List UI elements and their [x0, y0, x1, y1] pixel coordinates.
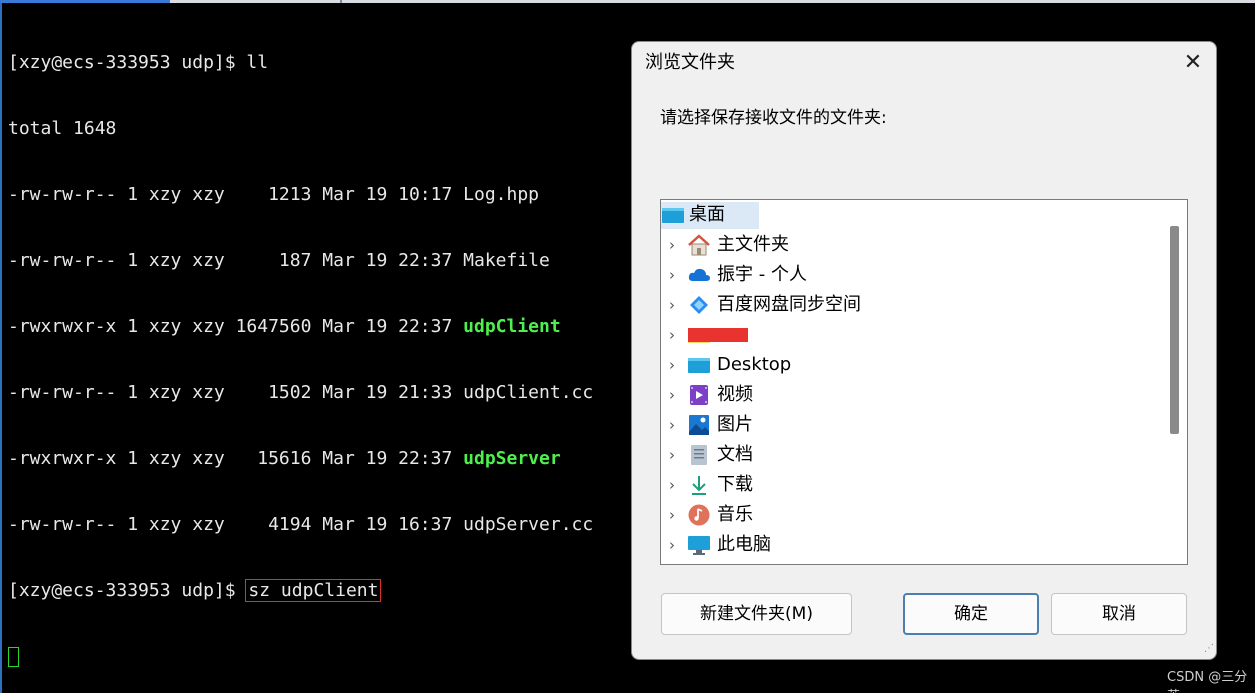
tree-item-pictures[interactable]: › 图片 [661, 410, 1161, 440]
chevron-right-icon[interactable]: › [665, 440, 679, 470]
executable-file-name: udpClient [463, 316, 561, 337]
chevron-right-icon[interactable]: › [665, 260, 679, 290]
chevron-right-icon[interactable]: › [665, 410, 679, 440]
chevron-right-icon[interactable]: › [665, 230, 679, 260]
desktop-icon [661, 204, 685, 226]
document-icon [687, 444, 711, 466]
tree-item-redacted-folder[interactable]: › [661, 320, 1161, 350]
tree-item-documents[interactable]: › 文档 [661, 440, 1161, 470]
chevron-right-icon[interactable]: › [665, 320, 679, 350]
browse-folder-dialog: 浏览文件夹 ✕ 请选择保存接收文件的文件夹: 桌面 › 主文件夹 › 振宇 - … [631, 41, 1217, 660]
file-name: udpClient.cc [463, 382, 594, 403]
video-icon [687, 384, 711, 406]
file-listing-row: -rw-rw-r-- 1 xzy xzy 4194 Mar 19 16:37 u… [8, 514, 594, 535]
tree-item-music[interactable]: › 音乐 [661, 500, 1161, 530]
download-icon [687, 474, 711, 496]
file-listing-row: -rw-rw-r-- 1 xzy xzy 1213 Mar 19 10:17 L… [8, 184, 540, 205]
chevron-right-icon[interactable]: › [665, 500, 679, 530]
chevron-right-icon[interactable]: › [665, 530, 679, 560]
file-name: Makefile [463, 250, 550, 271]
music-icon [687, 504, 711, 526]
chevron-right-icon[interactable]: › [665, 380, 679, 410]
onedrive-cloud-icon [687, 264, 711, 286]
home-icon [687, 234, 711, 256]
terminal-line: total 1648 [8, 118, 117, 139]
cancel-button[interactable]: 取消 [1051, 593, 1187, 635]
dialog-prompt: 请选择保存接收文件的文件夹: [660, 108, 887, 128]
scrollbar-thumb[interactable] [1170, 226, 1179, 434]
shell-prompt: [xzy@ecs-333953 udp]$ [8, 580, 247, 601]
chevron-right-icon[interactable]: › [665, 290, 679, 320]
close-icon[interactable]: ✕ [1177, 48, 1209, 78]
highlighted-command: sz udpClient [245, 579, 382, 602]
resize-grip-icon[interactable]: ⋰ [1204, 644, 1216, 656]
folder-tree[interactable]: 桌面 › 主文件夹 › 振宇 - 个人 › 百度网盘同步空间 › › Deskt… [660, 199, 1188, 565]
watermark: CSDN @三分苦 [1167, 670, 1248, 693]
tree-item-desktop[interactable]: › Desktop [661, 350, 1161, 380]
dialog-title: 浏览文件夹 [645, 52, 735, 73]
chevron-right-icon[interactable]: › [665, 470, 679, 500]
tree-item-home[interactable]: › 主文件夹 [661, 230, 1161, 260]
tree-item-this-pc[interactable]: › 此电脑 [661, 530, 1161, 560]
tree-item-desktop-root[interactable]: 桌面 [661, 200, 1161, 230]
new-folder-button[interactable]: 新建文件夹(M) [661, 593, 852, 635]
tree-item-baidu-netdisk[interactable]: › 百度网盘同步空间 [661, 290, 1161, 320]
file-name: udpServer.cc [463, 514, 594, 535]
tree-item-downloads[interactable]: › 下载 [661, 470, 1161, 500]
picture-icon [687, 414, 711, 436]
file-listing-row: -rw-rw-r-- 1 xzy xzy 1502 Mar 19 21:33 u… [8, 382, 594, 403]
terminal-cursor [8, 647, 19, 667]
file-listing-row: -rw-rw-r-- 1 xzy xzy 187 Mar 19 22:37 Ma… [8, 250, 550, 271]
executable-file-name: udpServer [463, 448, 561, 469]
input-line[interactable] [8, 646, 593, 668]
terminal-line: [xzy@ecs-333953 udp]$ ll [8, 52, 269, 73]
file-listing-row: -rwxrwxr-x 1 xzy xzy 1647560 Mar 19 22:3… [8, 316, 561, 337]
file-name: Log.hpp [463, 184, 540, 205]
tree-scrollbar[interactable] [1163, 200, 1187, 564]
window-left-edge [0, 3, 2, 693]
chevron-right-icon[interactable]: › [665, 350, 679, 380]
tree-item-videos[interactable]: › 视频 [661, 380, 1161, 410]
ok-button[interactable]: 确定 [903, 593, 1039, 635]
computer-icon [687, 534, 711, 556]
desktop-icon [687, 354, 711, 376]
redaction-bar [688, 328, 748, 342]
window-top-bar [0, 0, 1255, 3]
file-listing-row: -rwxrwxr-x 1 xzy xzy 15616 Mar 19 22:37 … [8, 448, 561, 469]
baidu-netdisk-icon [687, 294, 711, 316]
terminal-output[interactable]: [xzy@ecs-333953 udp]$ ll total 1648 -rw-… [8, 8, 593, 690]
command-line: [xzy@ecs-333953 udp]$ sz udpClient [8, 579, 593, 602]
tree-item-onedrive[interactable]: › 振宇 - 个人 [661, 260, 1161, 290]
